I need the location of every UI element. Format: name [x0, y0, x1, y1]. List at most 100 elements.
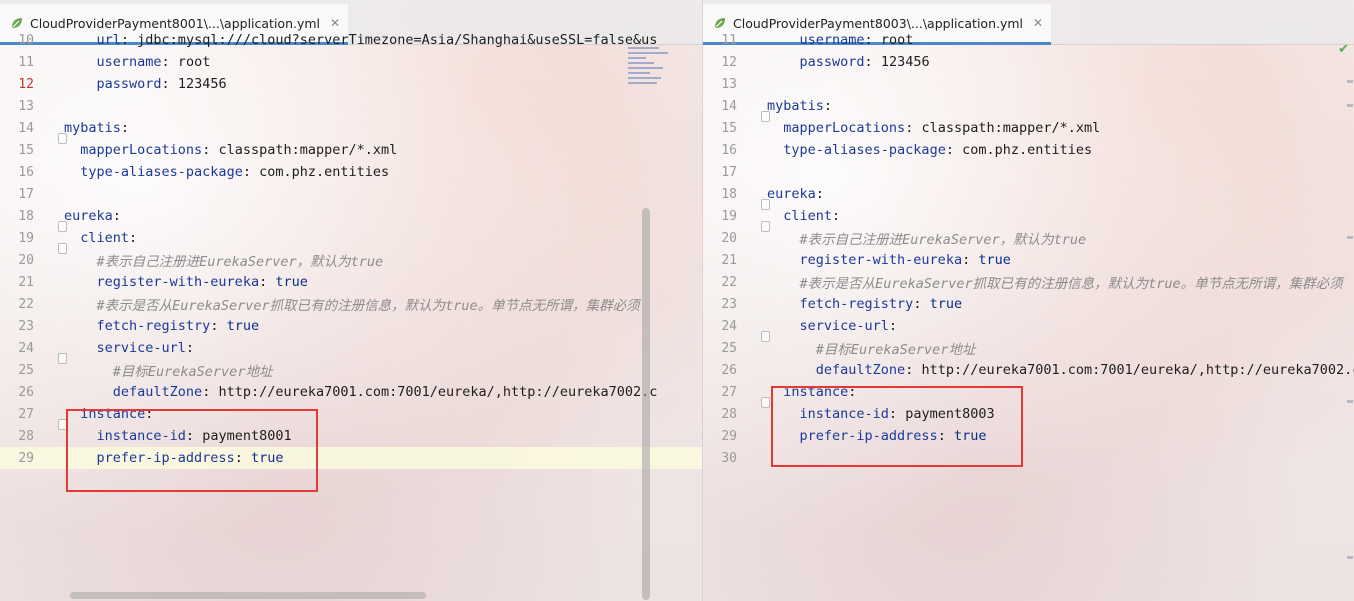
code-content: defaultZone: http://eureka7001.com:7001/… — [767, 362, 1354, 378]
code-line[interactable]: 29 prefer-ip-address: true — [0, 447, 702, 469]
code-editor[interactable]: 11 username: root 12 password: 123456 13 14… — [703, 32, 1354, 601]
code-content: eureka: — [64, 208, 121, 224]
code-content: username: root — [767, 32, 914, 48]
code-line[interactable]: 18 eureka: — [0, 205, 702, 232]
yaml-colon: : — [823, 98, 833, 114]
code-line[interactable]: 20 #表示自己注册进EurekaServer，默认为true — [0, 249, 702, 271]
code-content: eureka: — [767, 186, 824, 202]
code-line[interactable]: 23 fetch-registry: true — [0, 315, 702, 337]
code-content: service-url: — [64, 340, 195, 356]
code-line[interactable]: 28 instance-id: payment8003 — [703, 403, 1354, 425]
yaml-spring-icon — [715, 18, 725, 28]
code-line[interactable]: 19 client: — [0, 227, 702, 254]
code-line[interactable]: 22 #表示是否从EurekaServer抓取已有的注册信息，默认为true。单… — [0, 293, 702, 315]
code-line[interactable]: 17 — [703, 161, 1354, 183]
close-icon[interactable]: ✕ — [1033, 16, 1043, 30]
yaml-key: type-aliases-package — [783, 142, 946, 158]
line-number: 26 — [721, 362, 737, 378]
yaml-key: username — [96, 54, 162, 70]
line-number: 28 — [18, 428, 34, 444]
minimap[interactable] — [628, 44, 672, 134]
yaml-key: client — [80, 230, 130, 246]
line-number: 10 — [18, 32, 34, 48]
code-content: mapperLocations: classpath:mapper/*.xml — [64, 142, 397, 158]
code-line[interactable]: 14 mybatis: — [0, 117, 702, 144]
yaml-colon: : — [120, 120, 130, 136]
yaml-value: classpath:mapper/*.xml — [218, 142, 398, 158]
yaml-key: instance-id — [96, 428, 186, 444]
yaml-value: com.phz.entities — [259, 164, 390, 180]
yaml-key: prefer-ip-address — [799, 428, 938, 444]
code-line[interactable]: 13 — [703, 73, 1354, 95]
horizontal-scrollbar[interactable] — [70, 592, 426, 599]
code-line[interactable]: 15 mapperLocations: classpath:mapper/*.x… — [703, 117, 1354, 139]
yaml-key: service-url — [799, 318, 889, 334]
line-number: 26 — [18, 384, 34, 400]
code-line[interactable]: 12 password: 123456 — [0, 73, 702, 95]
code-line[interactable]: 12 password: 123456 — [703, 51, 1354, 73]
code-editor[interactable]: 10 url: jdbc:mysql:///cloud?serverTimezo… — [0, 32, 702, 601]
line-number: 12 — [18, 76, 34, 92]
code-line[interactable]: 28 instance-id: payment8001 — [0, 425, 702, 447]
code-content: service-url: — [767, 318, 898, 334]
yaml-colon: : — [888, 318, 898, 334]
code-line[interactable]: 24 service-url: — [0, 337, 702, 364]
yaml-comment: #目标EurekaServer地址 — [112, 364, 273, 380]
code-line[interactable]: 19 client: — [703, 205, 1354, 232]
code-content: instance-id: payment8003 — [767, 406, 995, 422]
close-icon[interactable]: ✕ — [330, 16, 340, 30]
code-line[interactable]: 21 register-with-eureka: true — [0, 271, 702, 293]
code-line[interactable]: 18 eureka: — [703, 183, 1354, 210]
code-line[interactable]: 13 — [0, 95, 702, 117]
line-number: 12 — [721, 54, 737, 70]
yaml-key: url — [96, 32, 121, 48]
inspection-ok-icon[interactable]: ✔ — [1338, 42, 1349, 57]
code-content: client: — [767, 208, 840, 224]
line-number: 20 — [721, 230, 737, 246]
yaml-value: 123456 — [177, 76, 227, 92]
line-number: 11 — [721, 32, 737, 48]
line-number: 25 — [721, 340, 737, 356]
line-number: 14 — [18, 120, 34, 136]
code-line[interactable]: 23 fetch-registry: true — [703, 293, 1354, 315]
yaml-colon: : — [185, 340, 195, 356]
yaml-comment: #表示自己注册进EurekaServer，默认为true — [96, 254, 384, 270]
code-line[interactable]: 17 — [0, 183, 702, 205]
vertical-scrollbar[interactable] — [642, 208, 650, 600]
line-number: 18 — [721, 186, 737, 202]
code-content: prefer-ip-address: true — [767, 428, 987, 444]
line-number: 29 — [18, 450, 34, 466]
line-number: 20 — [18, 252, 34, 268]
code-line[interactable]: 25 #目标EurekaServer地址 — [0, 359, 702, 381]
code-line[interactable]: 11 username: root — [0, 51, 702, 73]
code-line[interactable]: 29 prefer-ip-address: true — [703, 425, 1354, 447]
code-line[interactable]: 24 service-url: — [703, 315, 1354, 342]
code-line[interactable]: 20 #表示自己注册进EurekaServer，默认为true — [703, 227, 1354, 249]
yaml-key: username — [799, 32, 865, 48]
code-line[interactable]: 11 username: root — [703, 29, 1354, 51]
code-line[interactable]: 10 url: jdbc:mysql:///cloud?serverTimezo… — [0, 29, 702, 51]
code-line[interactable]: 16 type-aliases-package: com.phz.entitie… — [703, 139, 1354, 161]
code-line[interactable]: 27 instance: — [703, 381, 1354, 408]
code-line[interactable]: 30 — [703, 447, 1354, 469]
code-line[interactable]: 21 register-with-eureka: true — [703, 249, 1354, 271]
code-line[interactable]: 22 #表示是否从EurekaServer抓取已有的注册信息，默认为true。单… — [703, 271, 1354, 293]
code-line[interactable]: 14 mybatis: — [703, 95, 1354, 122]
line-number: 27 — [721, 384, 737, 400]
code-line[interactable]: 26 defaultZone: http://eureka7001.com:70… — [0, 381, 702, 403]
code-content: #表示自己注册进EurekaServer，默认为true — [767, 228, 1087, 248]
code-line[interactable]: 16 type-aliases-package: com.phz.entitie… — [0, 161, 702, 183]
code-line[interactable]: 27 instance: — [0, 403, 702, 430]
line-number: 16 — [18, 164, 34, 180]
code-line[interactable]: 25 #目标EurekaServer地址 — [703, 337, 1354, 359]
code-line[interactable]: 26 defaultZone: http://eureka7001.com:70… — [703, 359, 1354, 381]
code-line[interactable]: 15 mapperLocations: classpath:mapper/*.x… — [0, 139, 702, 161]
yaml-comment: #表示是否从EurekaServer抓取已有的注册信息，默认为true。单节点无… — [96, 298, 640, 314]
